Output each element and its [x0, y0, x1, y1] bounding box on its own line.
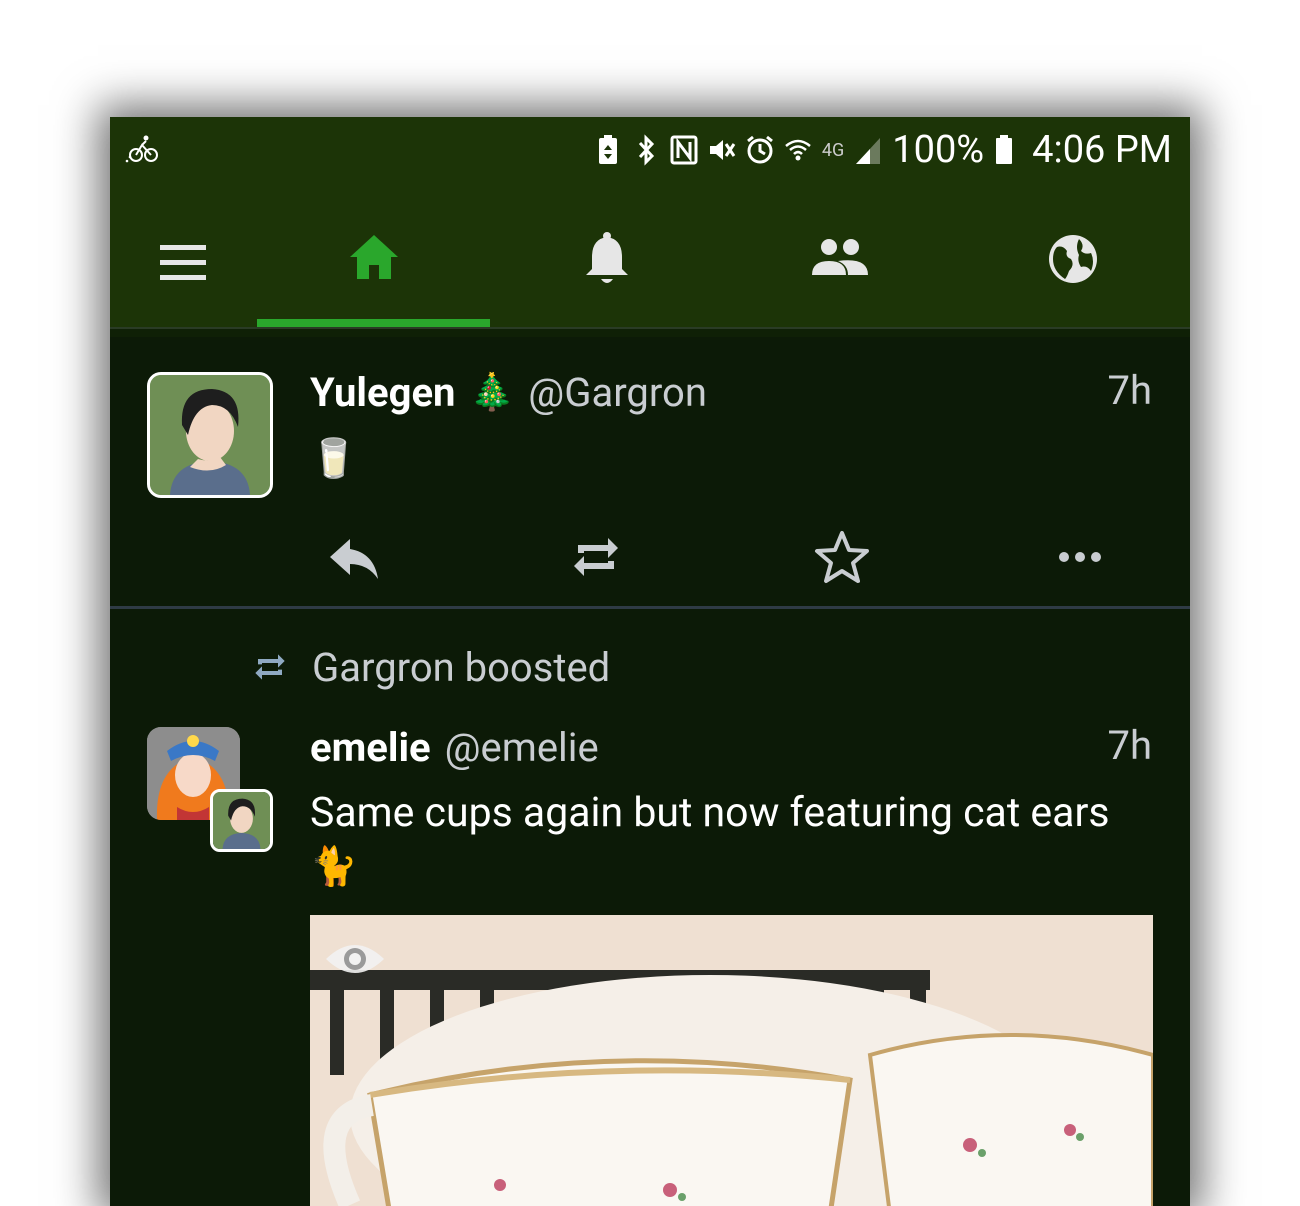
menu-icon[interactable]	[150, 235, 216, 291]
boost-icon[interactable]	[566, 527, 626, 587]
timestamp[interactable]: 7h	[1107, 367, 1152, 414]
battery-percent: 100%	[892, 128, 985, 172]
tab-notifications[interactable]	[490, 183, 723, 329]
battery-icon	[996, 135, 1013, 164]
media-attachment[interactable]	[310, 915, 1153, 1206]
display-name[interactable]: emelie	[310, 724, 431, 771]
bike-notification-icon	[125, 135, 158, 163]
clock: 4:06 PM	[1032, 128, 1172, 172]
active-tab-indicator	[257, 319, 490, 327]
status-post[interactable]: Yulegen 🎄 @Gargron 7h 🥛	[110, 337, 1190, 607]
globe-icon	[1048, 235, 1097, 283]
status-actions	[310, 527, 1153, 587]
mute-icon	[709, 140, 736, 160]
status-bar: 4G 100% 4:06 PM	[110, 117, 1190, 183]
battery-saver-icon	[598, 135, 617, 164]
boosted-by-text: Gargron boosted	[312, 643, 611, 691]
wifi-icon	[785, 139, 811, 161]
favourite-star-icon[interactable]	[812, 527, 872, 587]
display-name[interactable]: Yulegen	[310, 369, 455, 416]
timestamp[interactable]: 7h	[1107, 722, 1152, 769]
phone-screen: 4G 100% 4:06 PM Yulegen 🎄 @Gargron 7h 🥛 …	[110, 117, 1190, 1206]
bell-icon	[585, 232, 628, 283]
status-divider	[110, 606, 1190, 609]
tree-emoji: 🎄	[469, 371, 515, 413]
status-content: Same cups again but now featuring cat ea…	[310, 789, 1110, 837]
cat-emoji: 🐈	[310, 845, 358, 889]
more-options-icon[interactable]	[1050, 527, 1110, 587]
boost-prepend[interactable]: Gargron boosted	[250, 637, 610, 697]
status-content: 🥛	[310, 437, 358, 481]
teacups-photo	[310, 915, 1153, 1206]
alarm-icon	[746, 135, 773, 164]
home-icon	[349, 235, 398, 279]
bluetooth-icon	[638, 134, 654, 166]
boost-icon	[255, 654, 285, 680]
signal-icon	[856, 138, 881, 164]
nav-divider	[110, 327, 1190, 337]
nfc-icon	[670, 135, 698, 165]
reply-icon[interactable]	[324, 527, 384, 587]
toggle-visibility-eye-icon[interactable]	[324, 937, 386, 981]
booster-avatar[interactable]	[210, 789, 273, 852]
top-navigation	[110, 183, 1190, 329]
people-icon	[811, 239, 868, 275]
status-icons: 4G 100% 4:06 PM	[594, 125, 1172, 175]
network-type: 4G	[821, 139, 845, 161]
tab-federated[interactable]	[956, 183, 1189, 329]
account-handle[interactable]: @Gargron	[528, 369, 707, 416]
tab-local[interactable]	[723, 183, 956, 329]
avatar[interactable]	[147, 372, 273, 498]
tab-home[interactable]	[257, 183, 490, 329]
account-handle[interactable]: @emelie	[445, 724, 599, 771]
